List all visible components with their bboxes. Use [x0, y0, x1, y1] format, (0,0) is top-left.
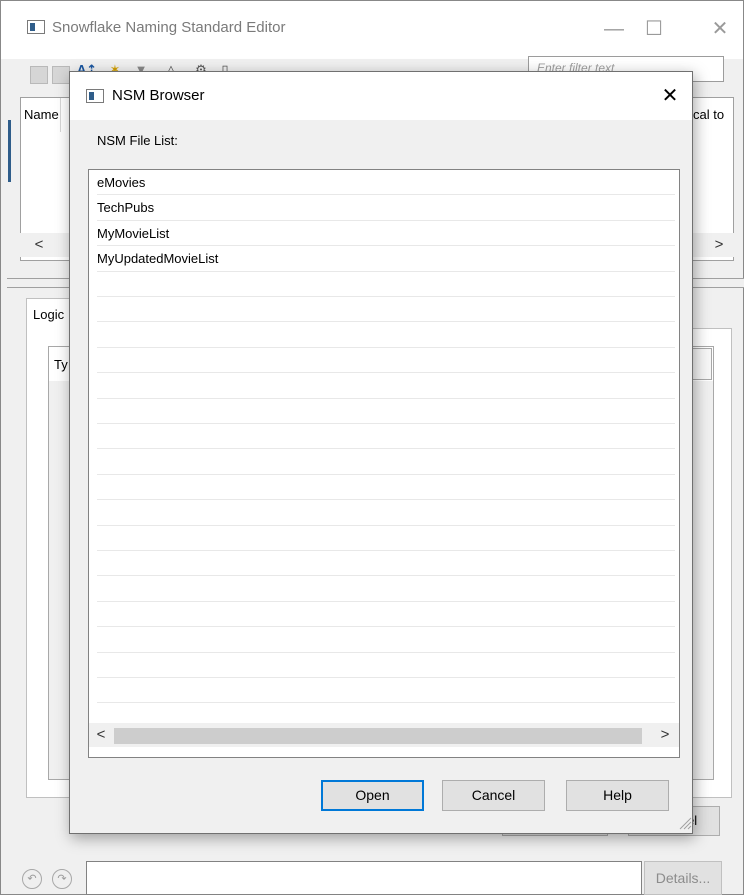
- name-column-header[interactable]: Name: [21, 98, 61, 132]
- list-empty-row: [97, 627, 675, 653]
- list-empty-row: [97, 424, 675, 450]
- list-empty-row: [97, 551, 675, 577]
- main-window-title: Snowflake Naming Standard Editor: [52, 19, 286, 36]
- name-scroll-right-button[interactable]: >: [708, 234, 730, 256]
- dialog-app-icon: [86, 89, 104, 103]
- file-list-label: NSM File List:: [97, 133, 178, 148]
- list-empty-row: [97, 475, 675, 501]
- file-list-scroll-left-button[interactable]: <: [90, 724, 112, 746]
- list-empty-row: [97, 272, 675, 297]
- type-column-header[interactable]: Ty: [54, 357, 68, 372]
- open-button[interactable]: Open: [321, 780, 424, 811]
- list-empty-row: [97, 297, 675, 323]
- list-empty-row: [97, 653, 675, 678]
- app-icon: [27, 20, 45, 34]
- resize-grip-icon[interactable]: [676, 814, 692, 830]
- list-empty-row: [97, 449, 675, 475]
- details-button[interactable]: Details...: [644, 861, 722, 895]
- list-empty-row: [97, 322, 675, 348]
- list-item[interactable]: MyMovieList: [97, 221, 675, 247]
- minimize-button[interactable]: —: [596, 14, 632, 44]
- list-empty-row: [97, 500, 675, 526]
- file-list-scroll-right-button[interactable]: >: [654, 724, 676, 746]
- redo-icon[interactable]: ↷: [52, 869, 72, 889]
- list-empty-row: [97, 348, 675, 374]
- help-button[interactable]: Help: [566, 780, 669, 811]
- name-scroll-left-button[interactable]: <: [28, 234, 50, 256]
- undo-icon[interactable]: ↶: [22, 869, 42, 889]
- local-column-header[interactable]: cal to: [690, 98, 733, 132]
- dialog-title: NSM Browser: [112, 87, 205, 104]
- list-empty-row: [97, 576, 675, 602]
- file-list-scroll-thumb[interactable]: [114, 728, 642, 744]
- first-record-icon[interactable]: [30, 66, 48, 84]
- list-empty-row: [97, 526, 675, 551]
- list-item[interactable]: MyUpdatedMovieList: [97, 246, 675, 272]
- list-empty-row: [97, 678, 675, 704]
- maximize-button[interactable]: ☐: [636, 14, 672, 44]
- list-empty-row: [97, 602, 675, 628]
- list-item[interactable]: TechPubs: [97, 195, 675, 221]
- status-field: [86, 861, 642, 895]
- previous-record-icon[interactable]: [52, 66, 70, 84]
- list-empty-row: [97, 373, 675, 399]
- list-item[interactable]: eMovies: [97, 170, 675, 196]
- dialog-close-button[interactable]: ✕: [650, 78, 690, 114]
- side-accent: [8, 120, 11, 182]
- cancel-button[interactable]: Cancel: [442, 780, 545, 811]
- main-close-button[interactable]: ✕: [702, 14, 738, 44]
- list-empty-row: [97, 399, 675, 424]
